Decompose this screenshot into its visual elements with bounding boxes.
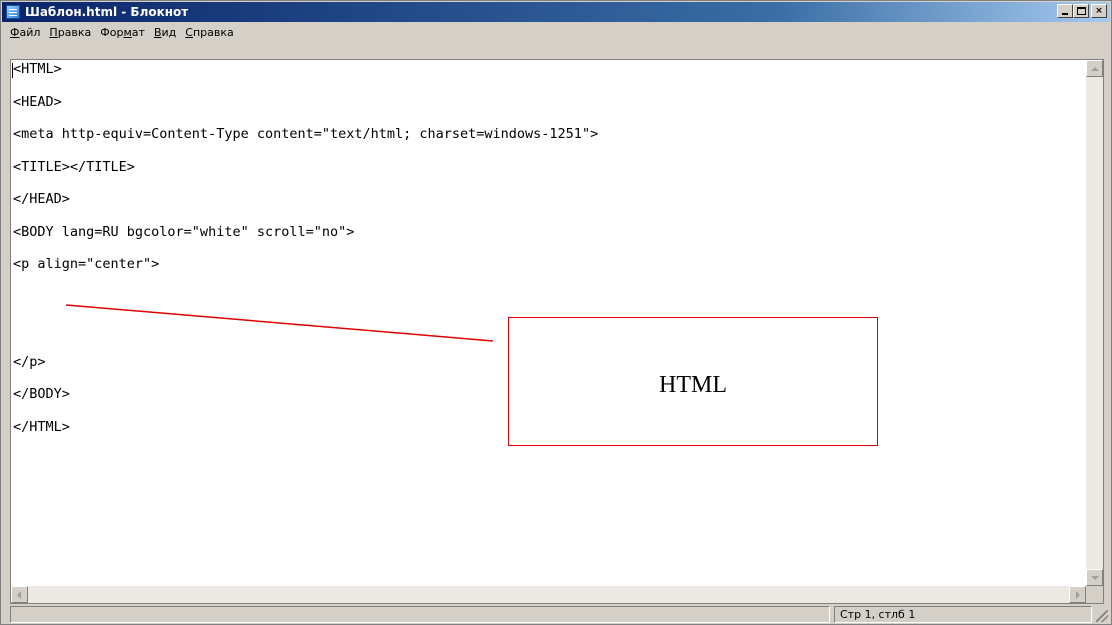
code-line: </p> <box>13 354 46 370</box>
minimize-button[interactable] <box>1057 4 1073 18</box>
close-icon: × <box>1095 5 1103 16</box>
cursor-position: Стр 1, стлб 1 <box>834 606 1092 623</box>
close-button[interactable]: × <box>1091 4 1107 18</box>
annotation-box: HTML <box>508 317 878 446</box>
menu-view[interactable]: Вид <box>150 26 181 39</box>
menu-help-label: правка <box>192 25 234 39</box>
horizontal-scrollbar[interactable] <box>11 586 1086 603</box>
scroll-left-button[interactable] <box>11 586 28 603</box>
arrow-down-icon <box>1091 576 1099 580</box>
resize-grip-icon[interactable] <box>1096 610 1108 622</box>
code-line: </HTML> <box>13 419 70 435</box>
menu-file[interactable]: Файл <box>6 26 45 39</box>
menu-help[interactable]: Справка <box>181 26 238 39</box>
window-controls: × <box>1057 4 1107 18</box>
code-line: </BODY> <box>13 386 70 402</box>
code-line: <TITLE></TITLE> <box>13 159 135 175</box>
code-line: <BODY lang=RU bgcolor="white" scroll="no… <box>13 224 355 240</box>
maximize-button[interactable] <box>1073 4 1089 18</box>
menu-format-label: ат <box>131 25 145 39</box>
arrow-up-icon <box>1091 67 1099 71</box>
menu-edit-label: равка <box>57 25 92 39</box>
code-line: <meta http-equiv=Content-Type content="t… <box>13 126 599 142</box>
menu-format-pre: Фор <box>100 25 124 39</box>
code-line: </HEAD> <box>13 191 70 207</box>
menu-edit[interactable]: Правка <box>45 26 96 39</box>
menu-view-label: ид <box>161 25 177 39</box>
vertical-scrollbar[interactable] <box>1086 60 1103 586</box>
notepad-window: Шаблон.html - Блокнот × Файл Правка Форм… <box>0 0 1112 625</box>
menu-format-accel: м <box>123 25 132 39</box>
arrow-right-icon <box>1076 591 1080 599</box>
title-bar[interactable]: Шаблон.html - Блокнот × <box>2 2 1110 22</box>
status-bar: Стр 1, стлб 1 <box>2 605 1110 624</box>
menu-file-label: айл <box>19 25 41 39</box>
menu-format[interactable]: Формат <box>96 26 150 39</box>
code-line: <HEAD> <box>13 94 62 110</box>
status-panel-empty <box>10 606 830 623</box>
window-title: Шаблон.html - Блокнот <box>25 5 189 19</box>
notepad-icon[interactable] <box>6 5 20 19</box>
annotation-label: HTML <box>659 372 727 398</box>
menu-help-accel: С <box>185 25 193 39</box>
scroll-up-button[interactable] <box>1086 60 1103 77</box>
scroll-down-button[interactable] <box>1086 569 1103 586</box>
menu-edit-accel: П <box>49 25 58 39</box>
scroll-right-button[interactable] <box>1069 586 1086 603</box>
maximize-icon <box>1076 7 1086 15</box>
scrollbar-corner <box>1086 586 1103 603</box>
arrow-left-icon <box>17 591 21 599</box>
code-line: <HTML> <box>13 61 62 77</box>
minimize-icon <box>1062 13 1068 15</box>
menu-bar: Файл Правка Формат Вид Справка <box>2 23 1110 41</box>
code-line: <p align="center"> <box>13 256 160 272</box>
